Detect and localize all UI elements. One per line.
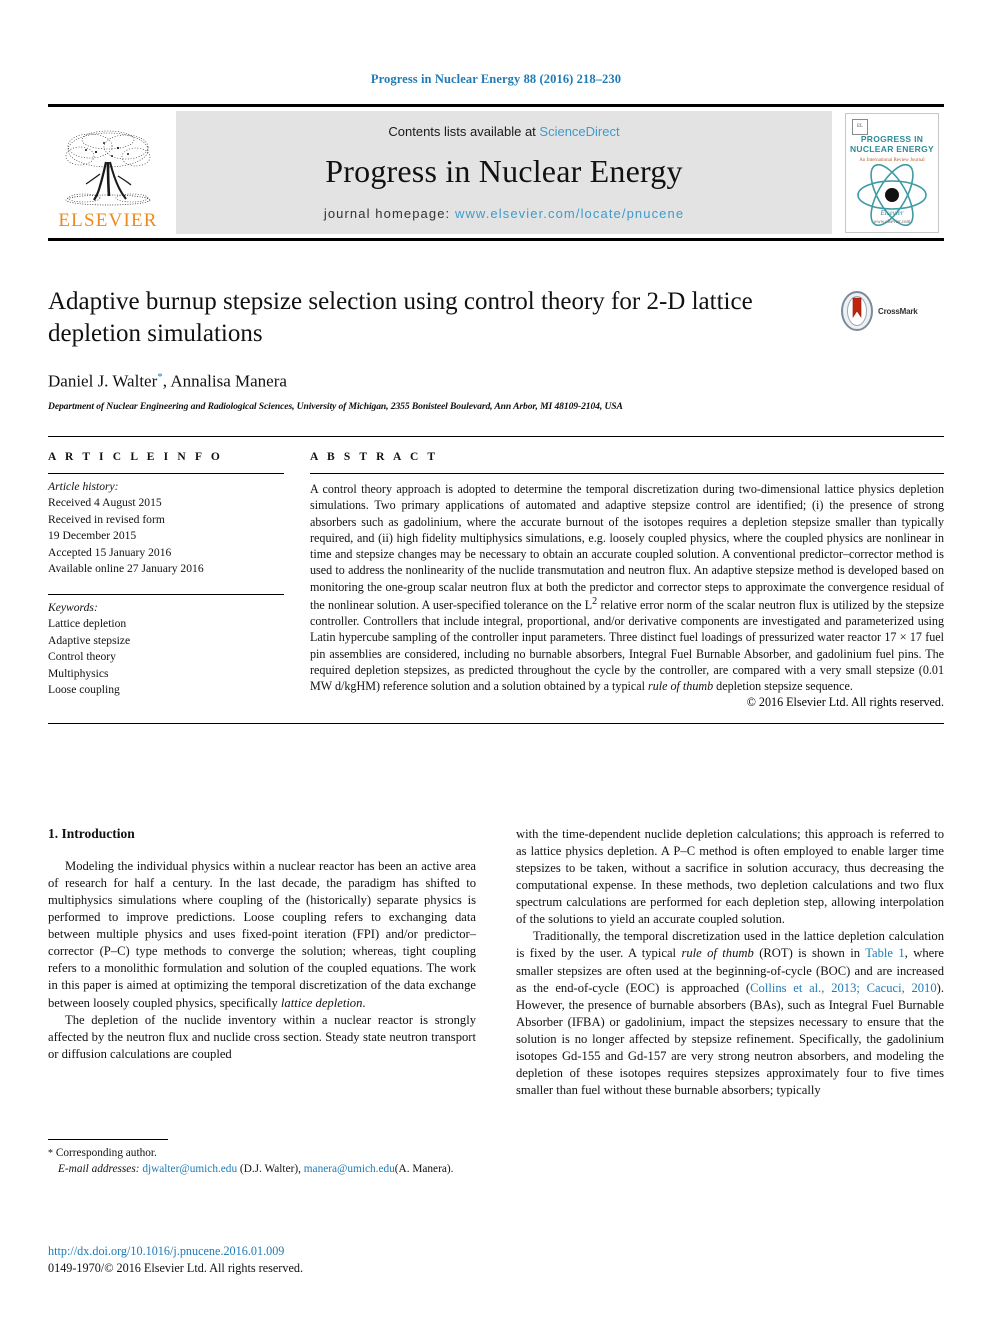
email-link-manera[interactable]: manera@umich.edu xyxy=(304,1163,395,1175)
para-text: (ROT) is shown in xyxy=(753,946,866,961)
footnote-block: * Corresponding author. E-mail addresses… xyxy=(48,1139,476,1178)
history-item: Accepted 15 January 2016 xyxy=(48,545,172,559)
article-history: Article history: Received 4 August 2015 … xyxy=(48,474,284,578)
email-link-walter[interactable]: djwalter@umich.edu xyxy=(142,1163,237,1175)
para-italic: lattice depletion xyxy=(280,995,363,1010)
body-columns: 1. Introduction Modeling the individual … xyxy=(48,826,944,1099)
contents-prefix: Contents lists available at xyxy=(388,124,540,139)
journal-masthead: ELSEVIER Contents lists available at Sci… xyxy=(48,104,944,241)
elsevier-logo: ELSEVIER xyxy=(48,111,168,234)
author-first: Daniel J. Walter xyxy=(48,371,158,391)
sciencedirect-link[interactable]: ScienceDirect xyxy=(539,124,619,139)
info-abstract-block: A R T I C L E I N F O Article history: R… xyxy=(48,436,944,725)
body-left-column: 1. Introduction Modeling the individual … xyxy=(48,826,476,1099)
issn-copyright-line: 0149-1970/© 2016 Elsevier Ltd. All right… xyxy=(48,1261,303,1276)
history-item: Received in revised form xyxy=(48,512,165,526)
cover-subtitle: An International Review Journal xyxy=(859,157,925,163)
para-text-tail: . xyxy=(362,995,366,1010)
abstract-part3: depletion stepsize sequence. xyxy=(713,679,853,694)
email-name-walter: (D.J. Walter), xyxy=(237,1162,304,1175)
history-item: 19 December 2015 xyxy=(48,529,137,543)
keywords-list: Keywords: Lattice depletion Adaptive ste… xyxy=(48,595,284,699)
keywords-label: Keywords: xyxy=(48,600,98,614)
journal-title: Progress in Nuclear Energy xyxy=(325,153,683,189)
abstract-column: A B S T R A C T A control theory approac… xyxy=(310,451,944,710)
journal-band: Contents lists available at ScienceDirec… xyxy=(176,111,832,234)
abstract-copyright: © 2016 Elsevier Ltd. All rights reserved… xyxy=(746,695,944,710)
title-block: Adaptive burnup stepsize selection using… xyxy=(48,286,944,412)
homepage-prefix: journal homepage: xyxy=(323,206,455,221)
crossmark-icon xyxy=(841,291,873,331)
abstract-heading: A B S T R A C T xyxy=(310,451,439,463)
paragraph: Traditionally, the temporal discretizati… xyxy=(516,928,944,1099)
para-italic: rule of thumb xyxy=(681,946,754,961)
footer-identifiers: http://dx.doi.org/10.1016/j.pnucene.2016… xyxy=(48,1243,476,1278)
cover-footer: Elsevier www.elsevier.com xyxy=(846,209,938,226)
keyword-item: Adaptive stepsize xyxy=(48,633,131,647)
keyword-item: Loose coupling xyxy=(48,682,120,696)
page-title: Adaptive burnup stepsize selection using… xyxy=(48,288,753,347)
cover-brand: Elsevier xyxy=(880,208,904,217)
corresponding-author-note: * Corresponding author. xyxy=(48,1146,476,1162)
section-heading-introduction: 1. Introduction xyxy=(48,826,135,841)
info-abstract-bottom-rule xyxy=(48,723,944,725)
paragraph: The depletion of the nuclide inventory w… xyxy=(48,1012,476,1061)
elsevier-wordmark: ELSEVIER xyxy=(58,210,158,231)
cover-title: PROGRESS IN NUCLEAR ENERGY xyxy=(846,134,938,155)
keyword-item: Lattice depletion xyxy=(48,617,127,631)
elsevier-tree-icon xyxy=(65,130,151,206)
email-label: E-mail addresses: xyxy=(58,1162,140,1175)
abstract-italic-phrase: rule of thumb xyxy=(647,679,714,694)
cover-title-line1: PROGRESS IN xyxy=(860,133,924,144)
abstract-text: A control theory approach is adopted to … xyxy=(310,474,944,694)
email-name-manera: (A. Manera). xyxy=(394,1162,454,1175)
journal-cover-thumbnail: EL PROGRESS IN NUCLEAR ENERGY An Interna… xyxy=(840,111,944,234)
contents-available-line: Contents lists available at ScienceDirec… xyxy=(388,124,619,139)
cover-title-line2: NUCLEAR ENERGY xyxy=(849,144,934,155)
body-right-column: with the time-dependent nuclide depletio… xyxy=(516,826,944,1099)
running-head: Progress in Nuclear Energy 88 (2016) 218… xyxy=(370,72,622,86)
footnote-rule xyxy=(48,1139,168,1140)
abstract-part1: A control theory approach is adopted to … xyxy=(310,482,944,612)
journal-homepage-line: journal homepage: www.elsevier.com/locat… xyxy=(324,206,684,221)
para-text: ). However, the presence of burnable abs… xyxy=(516,980,944,1097)
table-1-link[interactable]: Table 1 xyxy=(865,946,904,960)
cover-elsevier-mark-icon: EL xyxy=(852,118,868,135)
email-addresses-note: E-mail addresses: djwalter@umich.edu (D.… xyxy=(48,1162,476,1178)
paper-page: Progress in Nuclear Energy 88 (2016) 218… xyxy=(0,0,992,1323)
history-item: Received 4 August 2015 xyxy=(48,496,162,510)
affiliation: Department of Nuclear Engineering and Ra… xyxy=(48,400,623,412)
article-info-column: A R T I C L E I N F O Article history: R… xyxy=(48,451,284,710)
author-list: Daniel J. Walter*, Annalisa Manera xyxy=(48,371,944,392)
author-rest: , Annalisa Manera xyxy=(162,371,287,391)
keyword-item: Multiphysics xyxy=(48,666,109,680)
cover-url: www.elsevier.com xyxy=(873,219,911,225)
article-history-label: Article history: xyxy=(48,480,119,493)
paragraph: with the time-dependent nuclide depletio… xyxy=(516,827,944,927)
keyword-item: Control theory xyxy=(48,650,116,664)
history-item: Available online 27 January 2016 xyxy=(48,562,204,576)
citation-link[interactable]: Collins et al., 2013; Cacuci, 2010 xyxy=(750,981,937,995)
doi-link[interactable]: http://dx.doi.org/10.1016/j.pnucene.2016… xyxy=(48,1243,476,1260)
paragraph: Modeling the individual physics within a… xyxy=(48,858,476,1012)
crossmark-label: CrossMark xyxy=(878,306,918,316)
para-text: Modeling the individual physics within a… xyxy=(48,859,476,1010)
article-info-heading: A R T I C L E I N F O xyxy=(48,451,223,463)
journal-homepage-link[interactable]: www.elsevier.com/locate/pnucene xyxy=(455,206,684,221)
corresponding-author-text: Corresponding author. xyxy=(53,1147,157,1159)
crossmark-badge[interactable]: CrossMark xyxy=(840,288,944,334)
